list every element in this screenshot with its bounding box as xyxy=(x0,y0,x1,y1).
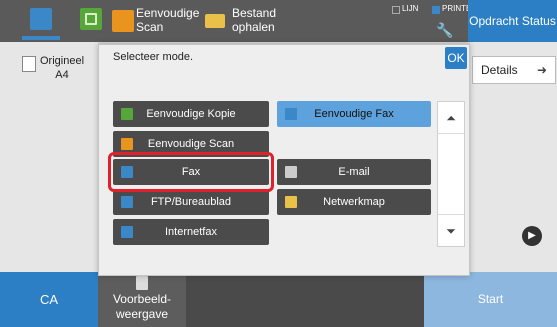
line-indicator-light xyxy=(392,6,400,14)
mode-email-button[interactable]: E-mail xyxy=(277,159,431,185)
folder-icon xyxy=(285,196,297,208)
folder-icon[interactable] xyxy=(205,14,225,28)
mode-easy-fax-button[interactable]: Eenvoudige Fax xyxy=(277,101,431,127)
mode-ftp-desktop-button[interactable]: FTP/Bureaublad xyxy=(113,189,269,215)
app-icon[interactable] xyxy=(80,8,102,30)
mode-network-folder-button[interactable]: Netwerkmap xyxy=(277,189,431,215)
home-active-indicator xyxy=(22,36,60,40)
line-indicator-label: LIJN xyxy=(402,4,419,13)
copy-icon xyxy=(121,108,133,120)
fax-highlight-frame xyxy=(108,152,274,192)
wrench-icon[interactable]: 🔧 xyxy=(436,22,453,39)
retrieve-file-label[interactable]: Bestand ophalen xyxy=(232,6,302,34)
details-button[interactable]: Details ➜ xyxy=(472,56,556,84)
mode-scrollbar[interactable]: ⏶ ⏷ xyxy=(437,101,465,247)
scan-icon xyxy=(121,138,133,150)
easy-scan-icon[interactable] xyxy=(112,10,134,32)
easy-scan-label[interactable]: Eenvoudige Scan xyxy=(136,6,206,34)
internet-fax-icon xyxy=(121,226,133,238)
printer-indicator-light xyxy=(432,6,440,14)
original-document-icon xyxy=(22,56,36,72)
ftp-icon xyxy=(121,196,133,208)
ok-button[interactable]: OK xyxy=(445,47,467,69)
job-status-button[interactable]: Opdracht Status xyxy=(468,0,557,42)
preview-button[interactable]: Voorbeeld-weergave xyxy=(98,272,186,327)
next-page-icon[interactable]: ▶ xyxy=(522,226,542,246)
fax-icon xyxy=(285,108,297,120)
mode-internet-fax-button[interactable]: Internetfax xyxy=(113,219,269,245)
scroll-up-icon[interactable]: ⏶ xyxy=(438,102,464,134)
preview-icon xyxy=(136,276,148,290)
arrow-right-icon: ➜ xyxy=(536,63,547,77)
mail-icon xyxy=(285,166,297,178)
clear-all-button[interactable]: CA xyxy=(0,272,98,327)
start-button[interactable]: Start xyxy=(424,272,557,327)
original-label[interactable]: Origineel A4 xyxy=(40,54,84,82)
scroll-down-icon[interactable]: ⏷ xyxy=(438,214,464,246)
mode-easy-copy-button[interactable]: Eenvoudige Kopie xyxy=(113,101,269,127)
dialog-title: Selecteer mode. xyxy=(113,51,194,63)
home-icon[interactable] xyxy=(30,8,52,30)
